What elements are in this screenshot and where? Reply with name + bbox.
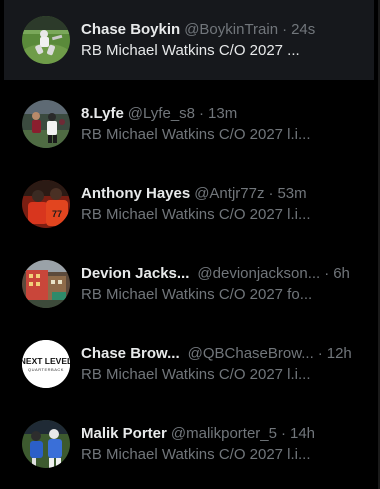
- sender-name: 8.Lyfe: [81, 104, 124, 122]
- logo-text-top: NEXT LEVEL: [22, 356, 70, 366]
- building-photo-icon: [22, 260, 70, 308]
- timestamp: 14h: [289, 424, 316, 442]
- conversation-item-malik-porter[interactable]: Malik Porter @malikporter_5 · 14h RB Mic…: [4, 404, 374, 484]
- sender-handle: @malikporter_5: [170, 424, 277, 442]
- sender-name: Malik Porter: [81, 424, 167, 442]
- next-level-logo-icon: NEXT LEVEL QUARTERBACK: [22, 340, 70, 388]
- conversation-item-chase-brown[interactable]: NEXT LEVEL QUARTERBACK Chase Brow... @QB…: [4, 324, 374, 404]
- red-jersey-photo-icon: 77: [22, 180, 70, 228]
- sender-handle: @devionjackson...: [197, 264, 321, 282]
- separator-dot: ·: [324, 264, 330, 282]
- separator-dot: ·: [199, 104, 205, 122]
- sender-name: Chase Brow...: [81, 344, 180, 362]
- sender-handle: @BoykinTrain: [184, 20, 279, 38]
- timestamp: 6h: [333, 264, 350, 282]
- sender-name: Chase Boykin: [81, 20, 181, 38]
- separator-dot: ·: [268, 184, 274, 202]
- message-preview: RB Michael Watkins C/O 2027 l.i...: [81, 125, 311, 143]
- blue-jersey-photo-icon: [22, 420, 70, 468]
- timestamp: 53m: [277, 184, 307, 202]
- avatar[interactable]: 77: [22, 180, 70, 228]
- conversation-item-8-lyfe[interactable]: 8.Lyfe @Lyfe_s8 · 13m RB Michael Watkins…: [4, 84, 374, 164]
- separator-dot: ·: [317, 344, 323, 362]
- sender-handle: @QBChaseBrow...: [187, 344, 314, 362]
- separator-dot: ·: [280, 424, 286, 442]
- sender-handle: @Antjr77z: [194, 184, 265, 202]
- avatar[interactable]: [22, 16, 70, 64]
- logo-text-bottom: QUARTERBACK: [28, 367, 64, 372]
- sender-name: Devion Jacks...: [81, 264, 190, 282]
- timestamp: 13m: [208, 104, 238, 122]
- conversation-list: Chase Boykin @BoykinTrain · 24s RB Micha…: [0, 0, 379, 489]
- separator-dot: ·: [282, 20, 288, 38]
- svg-text:77: 77: [52, 209, 62, 219]
- conversation-item-devion-jackson[interactable]: Devion Jacks... @devionjackson... · 6h R…: [4, 244, 374, 324]
- avatar[interactable]: [22, 100, 70, 148]
- message-preview: RB Michael Watkins C/O 2027 fo...: [81, 285, 313, 303]
- avatar[interactable]: [22, 260, 70, 308]
- message-preview: RB Michael Watkins C/O 2027 l.i...: [81, 365, 311, 383]
- sender-name: Anthony Hayes: [81, 184, 191, 202]
- conversation-item-chase-boykin[interactable]: Chase Boykin @BoykinTrain · 24s RB Micha…: [4, 0, 374, 80]
- timestamp: 12h: [326, 344, 352, 362]
- football-field-photo-icon: [22, 16, 70, 64]
- players-photo-icon: [22, 100, 70, 148]
- message-preview: RB Michael Watkins C/O 2027 ...: [81, 41, 300, 59]
- sender-handle: @Lyfe_s8: [127, 104, 196, 122]
- message-preview: RB Michael Watkins C/O 2027 l.i...: [81, 445, 311, 463]
- timestamp: 24s: [291, 20, 316, 38]
- message-preview: RB Michael Watkins C/O 2027 l.i...: [81, 205, 311, 223]
- avatar[interactable]: NEXT LEVEL QUARTERBACK: [22, 340, 70, 388]
- avatar[interactable]: [22, 420, 70, 468]
- conversation-item-anthony-hayes[interactable]: 77 Anthony Hayes @Antjr77z · 53m RB Mich…: [4, 164, 374, 244]
